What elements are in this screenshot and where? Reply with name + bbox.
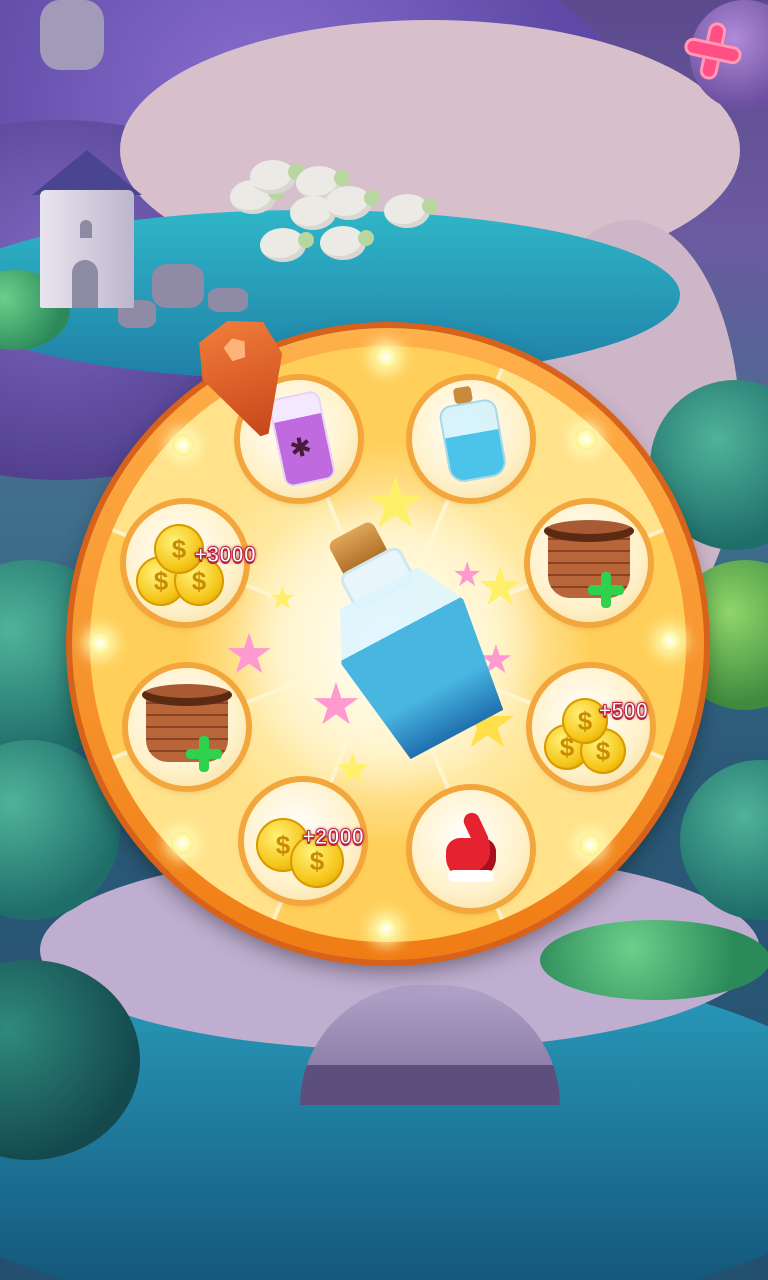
wheel-light (171, 832, 193, 854)
reward-amount-label: +2000 (302, 824, 365, 850)
windmill-door (72, 260, 98, 308)
sheep (250, 160, 304, 194)
rock (40, 0, 104, 70)
wheel-segment-coins-2000[interactable]: $ $ +2000 (244, 782, 365, 900)
sheep (320, 226, 374, 260)
plus-icon (588, 572, 624, 608)
wheel-segment-coins-3000[interactable]: $ $ $ +3000 (126, 504, 256, 622)
star-icon: ★ (224, 622, 275, 685)
windmill (32, 150, 142, 310)
wheel-segment-coins-500[interactable]: $ $ $ +500 (532, 668, 650, 786)
wheel-light (579, 834, 601, 856)
star-icon: ★ (476, 557, 525, 617)
glove-cuff (448, 870, 494, 882)
rock (208, 288, 248, 312)
wheel-light (89, 632, 111, 654)
windmill-roof (32, 150, 142, 195)
wheel-light (375, 918, 397, 940)
lucky-wheel[interactable]: ★ ★ ★ ★ ★ ★ ★ ★ ★ $ $ $ +500 $ $ +2000 (72, 328, 704, 960)
plus-icon (186, 736, 222, 772)
wheel-light (659, 630, 681, 652)
rock (152, 264, 204, 308)
windmill-window (80, 220, 92, 238)
sheep (260, 228, 314, 262)
wheel-segment-hand[interactable] (412, 790, 530, 908)
star-icon: ★ (268, 580, 297, 616)
wheel-light (375, 346, 397, 368)
wheel-light (575, 428, 597, 450)
wheel-segment-basket[interactable] (128, 668, 246, 786)
red-glove-icon (438, 810, 504, 882)
sheep (384, 194, 438, 228)
reward-amount-label: +500 (598, 698, 649, 724)
sheep (326, 186, 380, 220)
wheel-light (172, 434, 194, 456)
wheel-segment-basket[interactable] (530, 504, 648, 622)
water-bottle-icon (437, 397, 509, 485)
wheel-segment-water-bottle[interactable] (412, 380, 530, 498)
close-button[interactable] (676, 14, 750, 88)
star-icon: ★ (334, 745, 372, 792)
reward-amount-label: +3000 (194, 542, 257, 568)
